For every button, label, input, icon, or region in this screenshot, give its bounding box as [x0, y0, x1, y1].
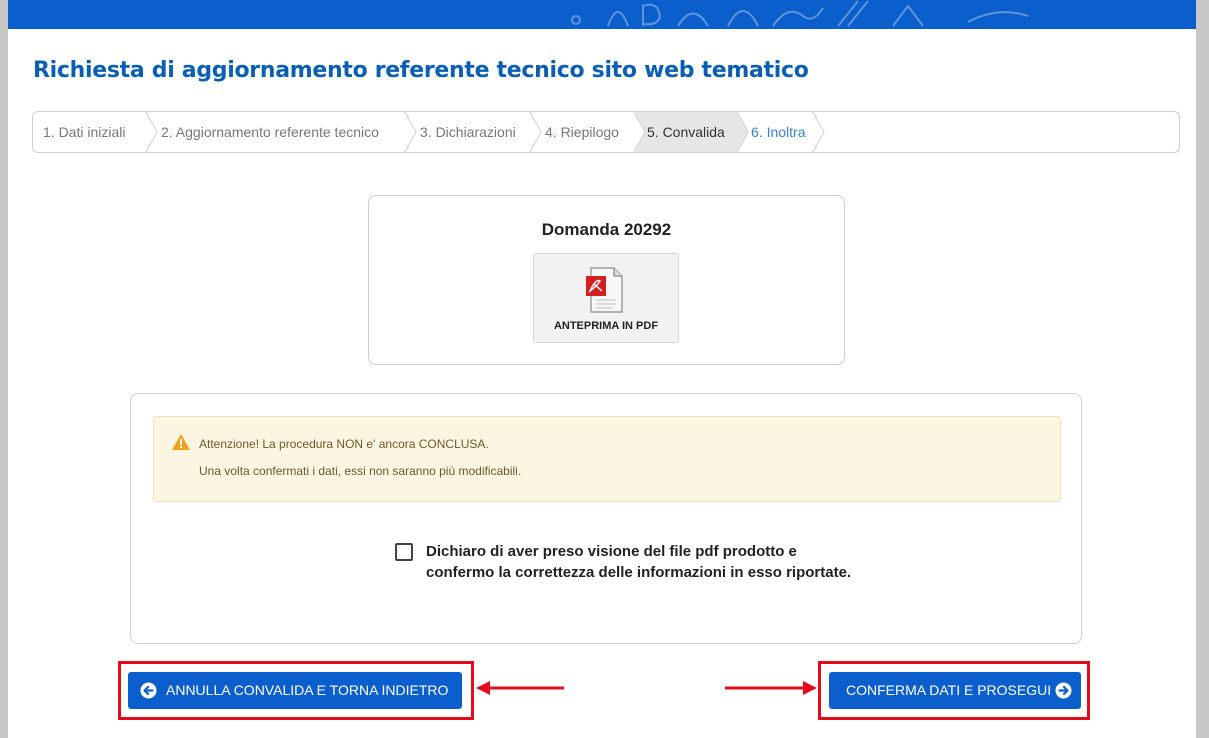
header-decoration: [571, 0, 1029, 27]
step-dati-iniziali[interactable]: 1. Dati iniziali: [43, 112, 125, 152]
warning-icon: [172, 434, 190, 450]
stepper: 1. Dati iniziali 2. Aggiornamento refere…: [32, 111, 1180, 153]
alert-message-line1: Attenzione! La procedura NON e' ancora C…: [199, 437, 489, 451]
step-aggiornamento-referente[interactable]: 2. Aggiornamento referente tecnico: [161, 112, 379, 152]
page-title: Richiesta di aggiornamento referente tec…: [33, 58, 809, 83]
pdf-preview-label: ANTEPRIMA IN PDF: [553, 320, 659, 332]
highlight-box-back: [118, 661, 474, 720]
step-separator: [145, 112, 158, 152]
step-separator: [529, 112, 542, 152]
highlight-box-next: [818, 661, 1090, 720]
declaration-checkbox[interactable]: [395, 543, 413, 561]
header-banner: [8, 0, 1196, 29]
declaration-label[interactable]: Dichiaro di aver preso visione del file …: [426, 541, 866, 583]
document-title: Domanda 20292: [541, 220, 672, 239]
document-card: Domanda 20292 ANTEPRIMA IN PDF: [368, 195, 845, 365]
step-separator: [736, 112, 749, 152]
right-scroll-gutter: [1196, 0, 1209, 738]
pdf-file-icon: [586, 267, 623, 313]
pdf-preview-button[interactable]: ANTEPRIMA IN PDF: [533, 253, 679, 343]
step-convalida[interactable]: 5. Convalida: [647, 112, 729, 152]
left-scroll-gutter: [0, 0, 8, 738]
red-arrow-left-icon: [476, 681, 564, 695]
step-separator: [812, 112, 825, 152]
step-riepilogo[interactable]: 4. Riepilogo: [545, 112, 619, 152]
step-dichiarazioni[interactable]: 3. Dichiarazioni: [420, 112, 516, 152]
warning-alert: Attenzione! La procedura NON e' ancora C…: [153, 416, 1061, 502]
alert-message-line2: Una volta confermati i dati, essi non sa…: [199, 464, 522, 478]
step-separator: [404, 112, 417, 152]
step-separator: [633, 112, 646, 152]
red-arrow-right-icon: [725, 681, 817, 695]
step-inoltra[interactable]: 6. Inoltra: [751, 112, 805, 152]
confirmation-card: Attenzione! La procedura NON e' ancora C…: [130, 393, 1082, 644]
